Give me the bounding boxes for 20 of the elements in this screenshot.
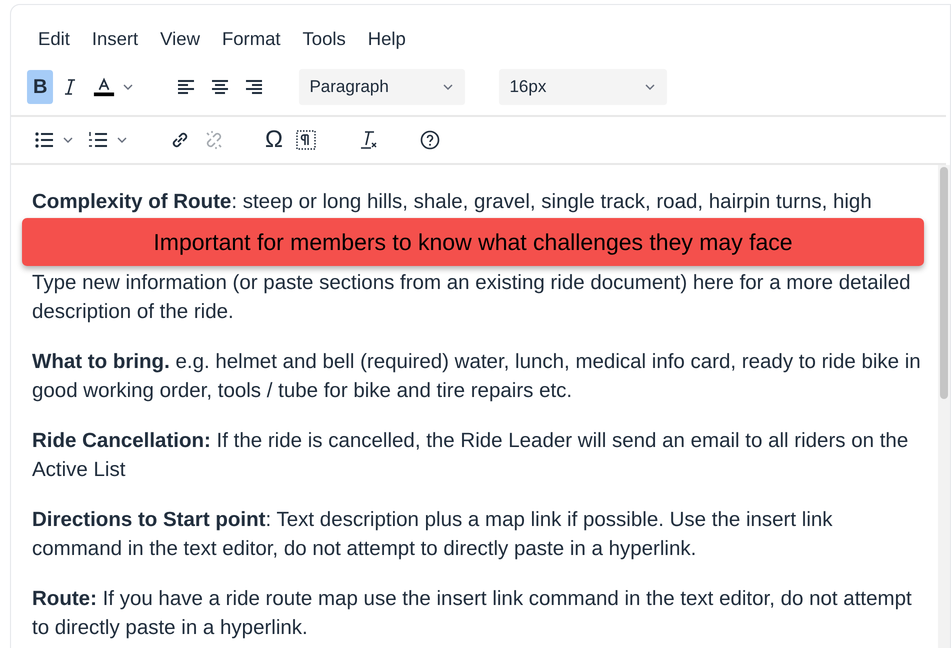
show-blocks-icon: [294, 129, 317, 151]
block-format-dropdown[interactable]: Paragraph: [299, 69, 466, 105]
paragraph: What to bring. e.g. helmet and bell (required) water, lunch, medical info card, ready to ride bike in good working order, tools / tube for bike and tire repairs etc.: [31, 349, 922, 404]
menu-item[interactable]: Insert: [92, 25, 138, 49]
paragraph: Type new information (or paste sections from an existing ride document) here for a more detailed description of the ride.: [31, 270, 912, 325]
warning-banner: Important for members to know what challenges they may face: [22, 218, 924, 266]
menu-item[interactable]: Format: [222, 25, 281, 49]
menu-item[interactable]: Help: [368, 25, 406, 49]
text-color-icon: [93, 76, 116, 98]
menu-item[interactable]: Tools: [302, 25, 346, 49]
paragraph: Complexity of Route: steep or long hills, shale, gravel, single track, road, hairpin turns, high: [31, 189, 873, 215]
paragraph: Directions to Start point: Text description plus a map link if possible. Use the insert link command in the text editor, do not attempt to directly paste in a hyperlink.: [31, 507, 834, 562]
bold-button[interactable]: B: [27, 70, 54, 104]
paragraph: Ride Cancellation: If the ride is cancelled, the Ride Leader will send an email to all riders on the Active List: [31, 428, 910, 483]
special-character-button[interactable]: Ω: [259, 123, 289, 157]
menu-item[interactable]: View: [160, 25, 200, 49]
paragraph: Route: If you have a ride route map use the insert link command in the text editor, do not attempt to directly paste in a hyperlink.: [31, 586, 913, 641]
menu-item[interactable]: Edit: [38, 25, 70, 49]
font-size-dropdown[interactable]: 16px: [499, 69, 668, 105]
help-icon: [418, 129, 441, 151]
